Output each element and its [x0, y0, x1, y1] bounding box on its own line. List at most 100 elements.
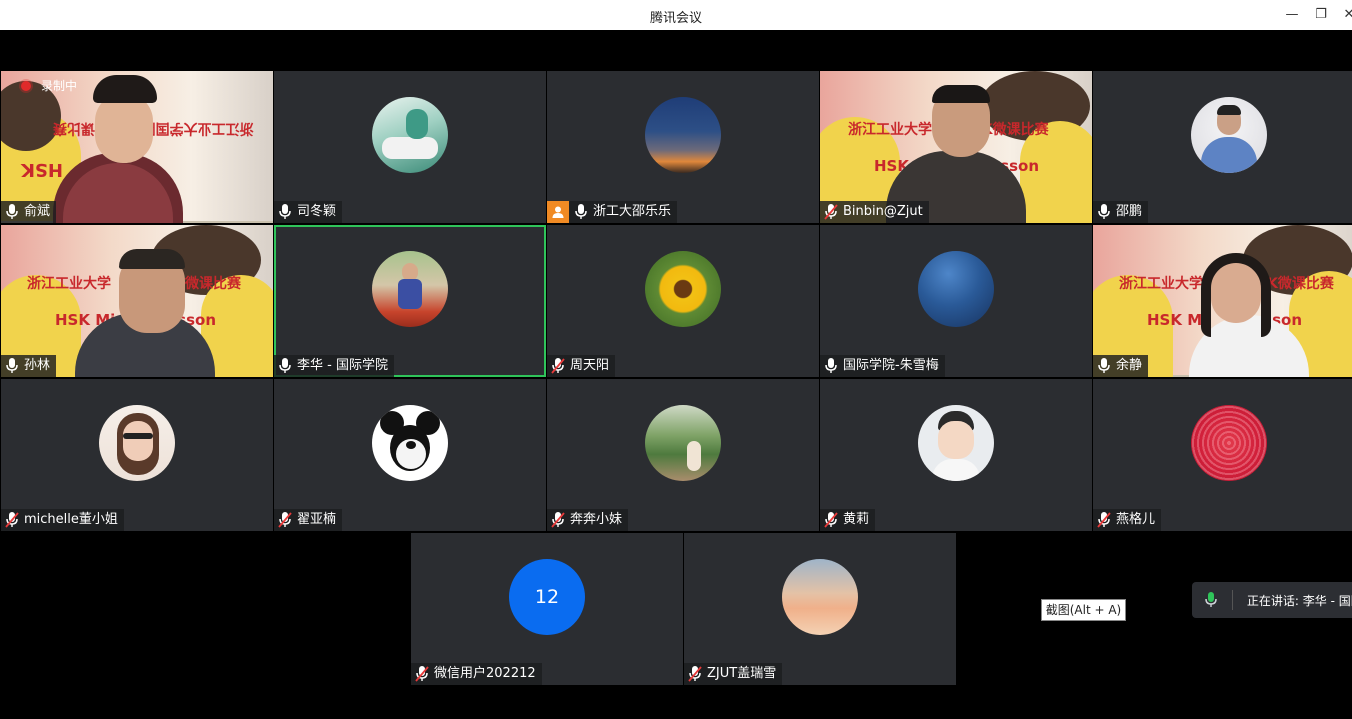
avatar	[645, 97, 721, 173]
participant-name: 国际学院-朱雪梅	[843, 358, 939, 373]
screenshot-tooltip: 截图(Alt + A)	[1041, 599, 1126, 621]
mic-muted-icon	[688, 666, 702, 682]
minimize-icon[interactable]: —	[1283, 5, 1301, 25]
participant-name: 孙林	[24, 358, 51, 373]
participant-name: 黄莉	[843, 512, 870, 527]
participant-name: 奔奔小妹	[570, 512, 623, 527]
participant-tile[interactable]: 浙江工业大学 微课比赛 HSK Mi esson 孙林	[1, 225, 273, 377]
participant-tile-active-speaker[interactable]: 李华 - 国际学院	[274, 225, 546, 377]
avatar	[99, 405, 175, 481]
participant-tile[interactable]: 黄莉	[820, 379, 1092, 531]
avatar	[372, 405, 448, 481]
poster-text: HSK	[21, 159, 63, 180]
participant-name: ZJUT盖瑞雪	[707, 666, 777, 681]
participant-namebar: 孙林	[1, 355, 57, 377]
participant-namebar: 黄莉	[820, 509, 876, 531]
avatar	[918, 251, 994, 327]
mic-icon	[278, 358, 292, 374]
avatar	[645, 405, 721, 481]
recording-indicator: 录制中	[21, 77, 77, 94]
avatar	[645, 251, 721, 327]
avatar-initials: 12	[534, 586, 560, 608]
participant-namebar: 浙工大邵乐乐	[547, 201, 678, 223]
recording-label: 录制中	[41, 79, 78, 93]
participant-namebar: Binbin@Zjut	[820, 201, 929, 223]
mic-icon	[5, 204, 19, 220]
mic-muted-icon	[1097, 512, 1111, 528]
mic-icon	[1097, 204, 1111, 220]
participant-namebar: 李华 - 国际学院	[274, 355, 394, 377]
poster-text: 浙江工业大学	[1119, 276, 1203, 292]
participant-name: 余静	[1116, 358, 1143, 373]
mic-muted-icon	[5, 512, 19, 528]
participant-tile[interactable]: 浙江工业大学国际HSK微课比赛 HSK 录制中 俞斌	[1, 71, 273, 223]
participant-tile[interactable]: ZJUT盖瑞雪	[684, 533, 956, 685]
divider	[1232, 590, 1233, 610]
participant-namebar: ZJUT盖瑞雪	[684, 663, 783, 685]
participant-name: 司冬颖	[297, 204, 337, 219]
participant-tile[interactable]: 12 微信用户202212	[411, 533, 683, 685]
poster-text: 浙江工业大学国际HSK微课比赛	[53, 120, 254, 136]
participant-tile[interactable]: 周天阳	[547, 225, 819, 377]
avatar	[1191, 405, 1267, 481]
participant-name: 翟亚楠	[297, 512, 337, 527]
avatar	[918, 405, 994, 481]
participant-tile[interactable]: 浙江工业大学 SK微课比赛 HSK M esson 余静	[1093, 225, 1352, 377]
mic-icon	[824, 358, 838, 374]
participant-namebar: 燕格儿	[1093, 509, 1162, 531]
participant-namebar: 周天阳	[547, 355, 616, 377]
mic-icon	[1097, 358, 1111, 374]
speaking-indicator-panel[interactable]: 正在讲话: 李华 - 国际	[1192, 582, 1352, 618]
participant-name: michelle董小姐	[24, 512, 118, 527]
record-dot-icon	[21, 80, 31, 91]
participant-tile[interactable]: 浙工大邵乐乐	[547, 71, 819, 223]
window-title: 腾讯会议	[649, 11, 702, 26]
avatar	[782, 559, 858, 635]
mic-muted-icon	[278, 512, 292, 528]
speaking-text: 正在讲话: 李华 - 国际	[1246, 593, 1352, 608]
participant-name: 周天阳	[570, 358, 610, 373]
participant-namebar: 司冬颖	[274, 201, 343, 223]
restore-icon[interactable]: ❐	[1312, 5, 1330, 25]
participant-name: Binbin@Zjut	[843, 204, 923, 219]
participant-tile[interactable]: 浙江工业大学国际HSK微课比赛 HSK esson Binbin@Zjut	[820, 71, 1092, 223]
mic-icon	[278, 204, 292, 220]
participant-tile[interactable]: michelle董小姐	[1, 379, 273, 531]
participant-namebar: 余静	[1093, 355, 1149, 377]
participant-name: 李华 - 国际学院	[297, 358, 388, 373]
participant-name: 微信用户202212	[434, 666, 536, 681]
participant-namebar: 邵鹏	[1093, 201, 1149, 223]
mic-muted-icon	[824, 204, 838, 220]
close-icon[interactable]: ✕	[1340, 5, 1352, 25]
participant-namebar: 俞斌	[1, 201, 57, 223]
poster-text: HSK M	[1147, 311, 1203, 329]
avatar	[372, 251, 448, 327]
participant-namebar: 奔奔小妹	[547, 509, 629, 531]
mic-muted-icon	[415, 666, 429, 682]
participant-tile[interactable]: 奔奔小妹	[547, 379, 819, 531]
participant-namebar: michelle董小姐	[1, 509, 124, 531]
mic-active-icon	[1204, 592, 1218, 608]
poster-text: 浙江工业大学	[27, 276, 111, 292]
mic-muted-icon	[551, 512, 565, 528]
participant-namebar: 翟亚楠	[274, 509, 343, 531]
avatar: 12	[509, 559, 585, 635]
mic-icon	[574, 204, 588, 220]
participant-name: 俞斌	[24, 204, 51, 219]
mic-muted-icon	[551, 358, 565, 374]
participant-namebar: 国际学院-朱雪梅	[820, 355, 945, 377]
participant-name: 邵鹏	[1116, 204, 1143, 219]
participant-tile[interactable]: 司冬颖	[274, 71, 546, 223]
participant-tile[interactable]: 邵鹏	[1093, 71, 1352, 223]
participant-tile[interactable]: 翟亚楠	[274, 379, 546, 531]
participant-tile[interactable]: 燕格儿	[1093, 379, 1352, 531]
avatar	[1191, 97, 1267, 173]
participant-name: 燕格儿	[1116, 512, 1156, 527]
person-icon	[547, 201, 569, 223]
poster-text: 微课比赛	[185, 276, 241, 292]
avatar	[372, 97, 448, 173]
participant-name: 浙工大邵乐乐	[593, 204, 672, 219]
mic-icon	[5, 358, 19, 374]
participant-tile[interactable]: 国际学院-朱雪梅	[820, 225, 1092, 377]
mic-muted-icon	[824, 512, 838, 528]
